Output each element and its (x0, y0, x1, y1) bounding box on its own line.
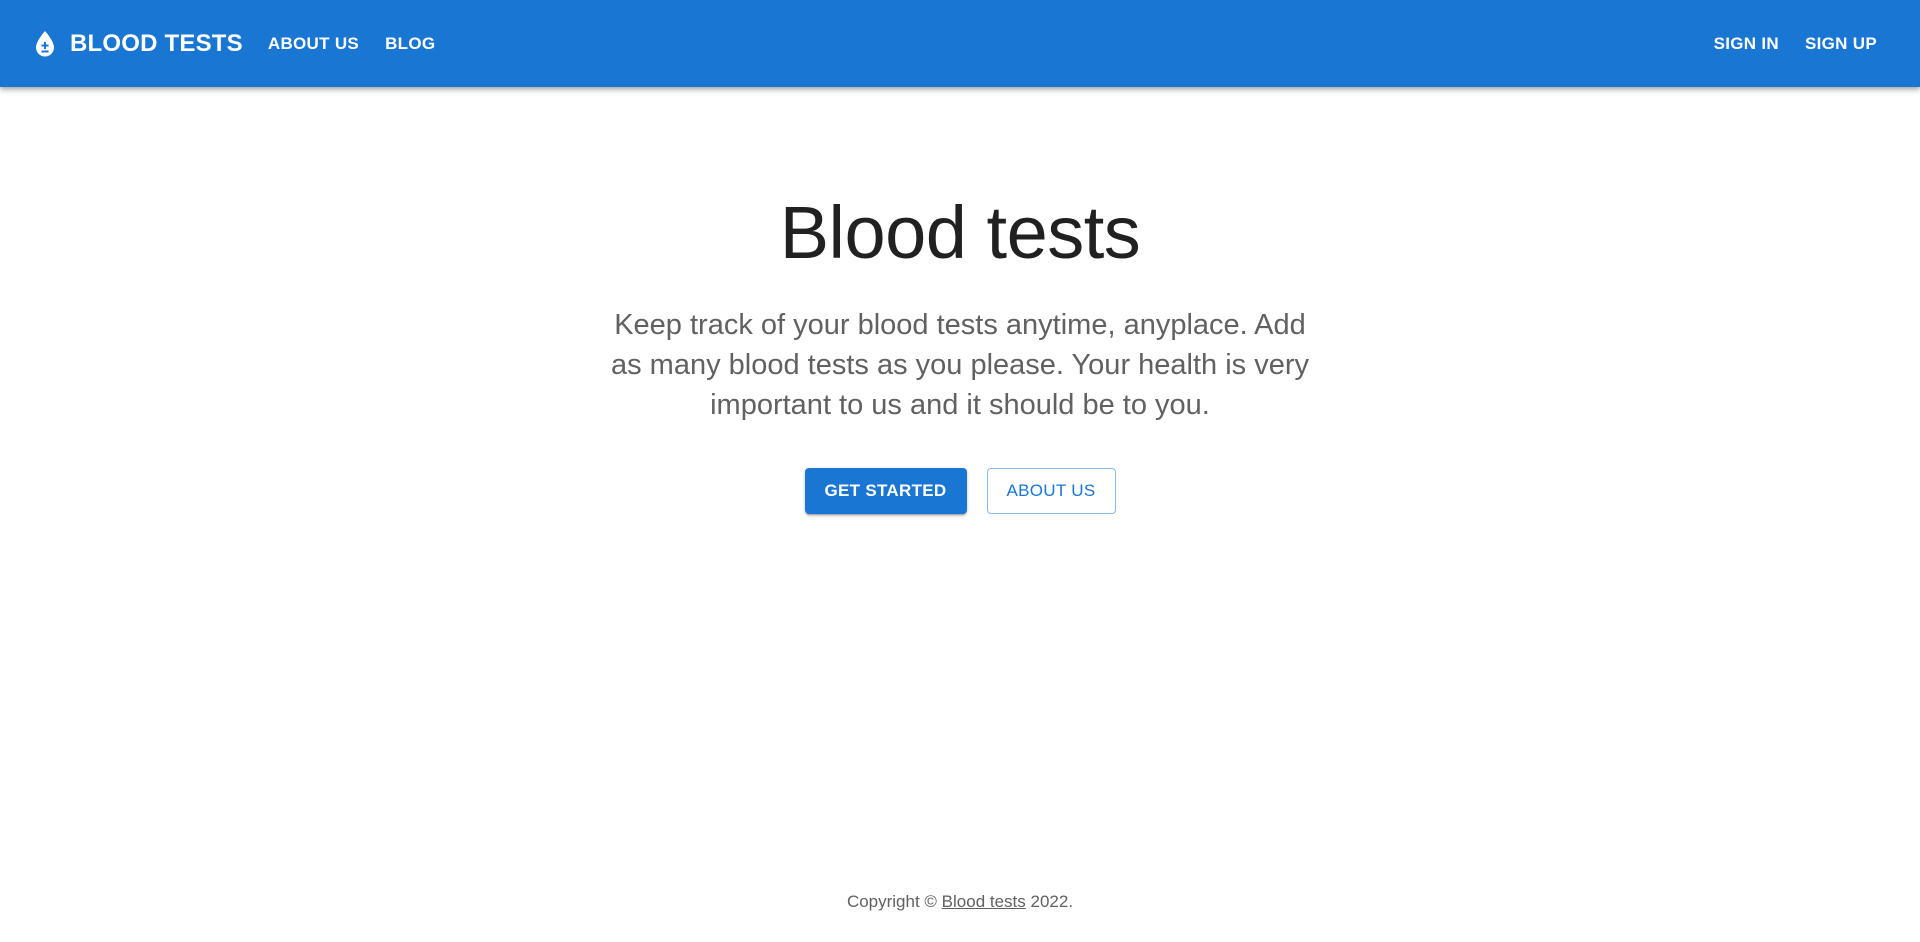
hero-section: Blood tests Keep track of your blood tes… (0, 180, 1920, 514)
footer-copyright: Copyright © Blood tests 2022. (0, 892, 1920, 912)
nav-about-us-link[interactable]: ABOUT US (255, 26, 372, 62)
hero-description: Keep track of your blood tests anytime, … (610, 309, 1310, 421)
copyright-year: 2022. (1025, 892, 1074, 911)
brand-title: BLOOD TESTS (70, 29, 243, 57)
hero-actions: GET STARTED ABOUT US (0, 468, 1920, 514)
page-title: Blood tests (779, 191, 1141, 274)
sign-in-button[interactable]: SIGN IN (1701, 26, 1792, 62)
blood-drop-icon (30, 29, 60, 59)
footer-home-link[interactable]: Blood tests (942, 892, 1026, 911)
about-us-button[interactable]: ABOUT US (986, 468, 1116, 514)
copyright-prefix: Copyright © (846, 892, 942, 911)
get-started-button[interactable]: GET STARTED (804, 468, 967, 514)
brand-link[interactable]: BLOOD TESTS (30, 29, 243, 59)
nav-blog-link[interactable]: BLOG (372, 26, 448, 62)
sign-up-button[interactable]: SIGN UP (1792, 26, 1890, 62)
app-bar: BLOOD TESTS ABOUT US BLOG SIGN IN SIGN U… (0, 0, 1920, 87)
